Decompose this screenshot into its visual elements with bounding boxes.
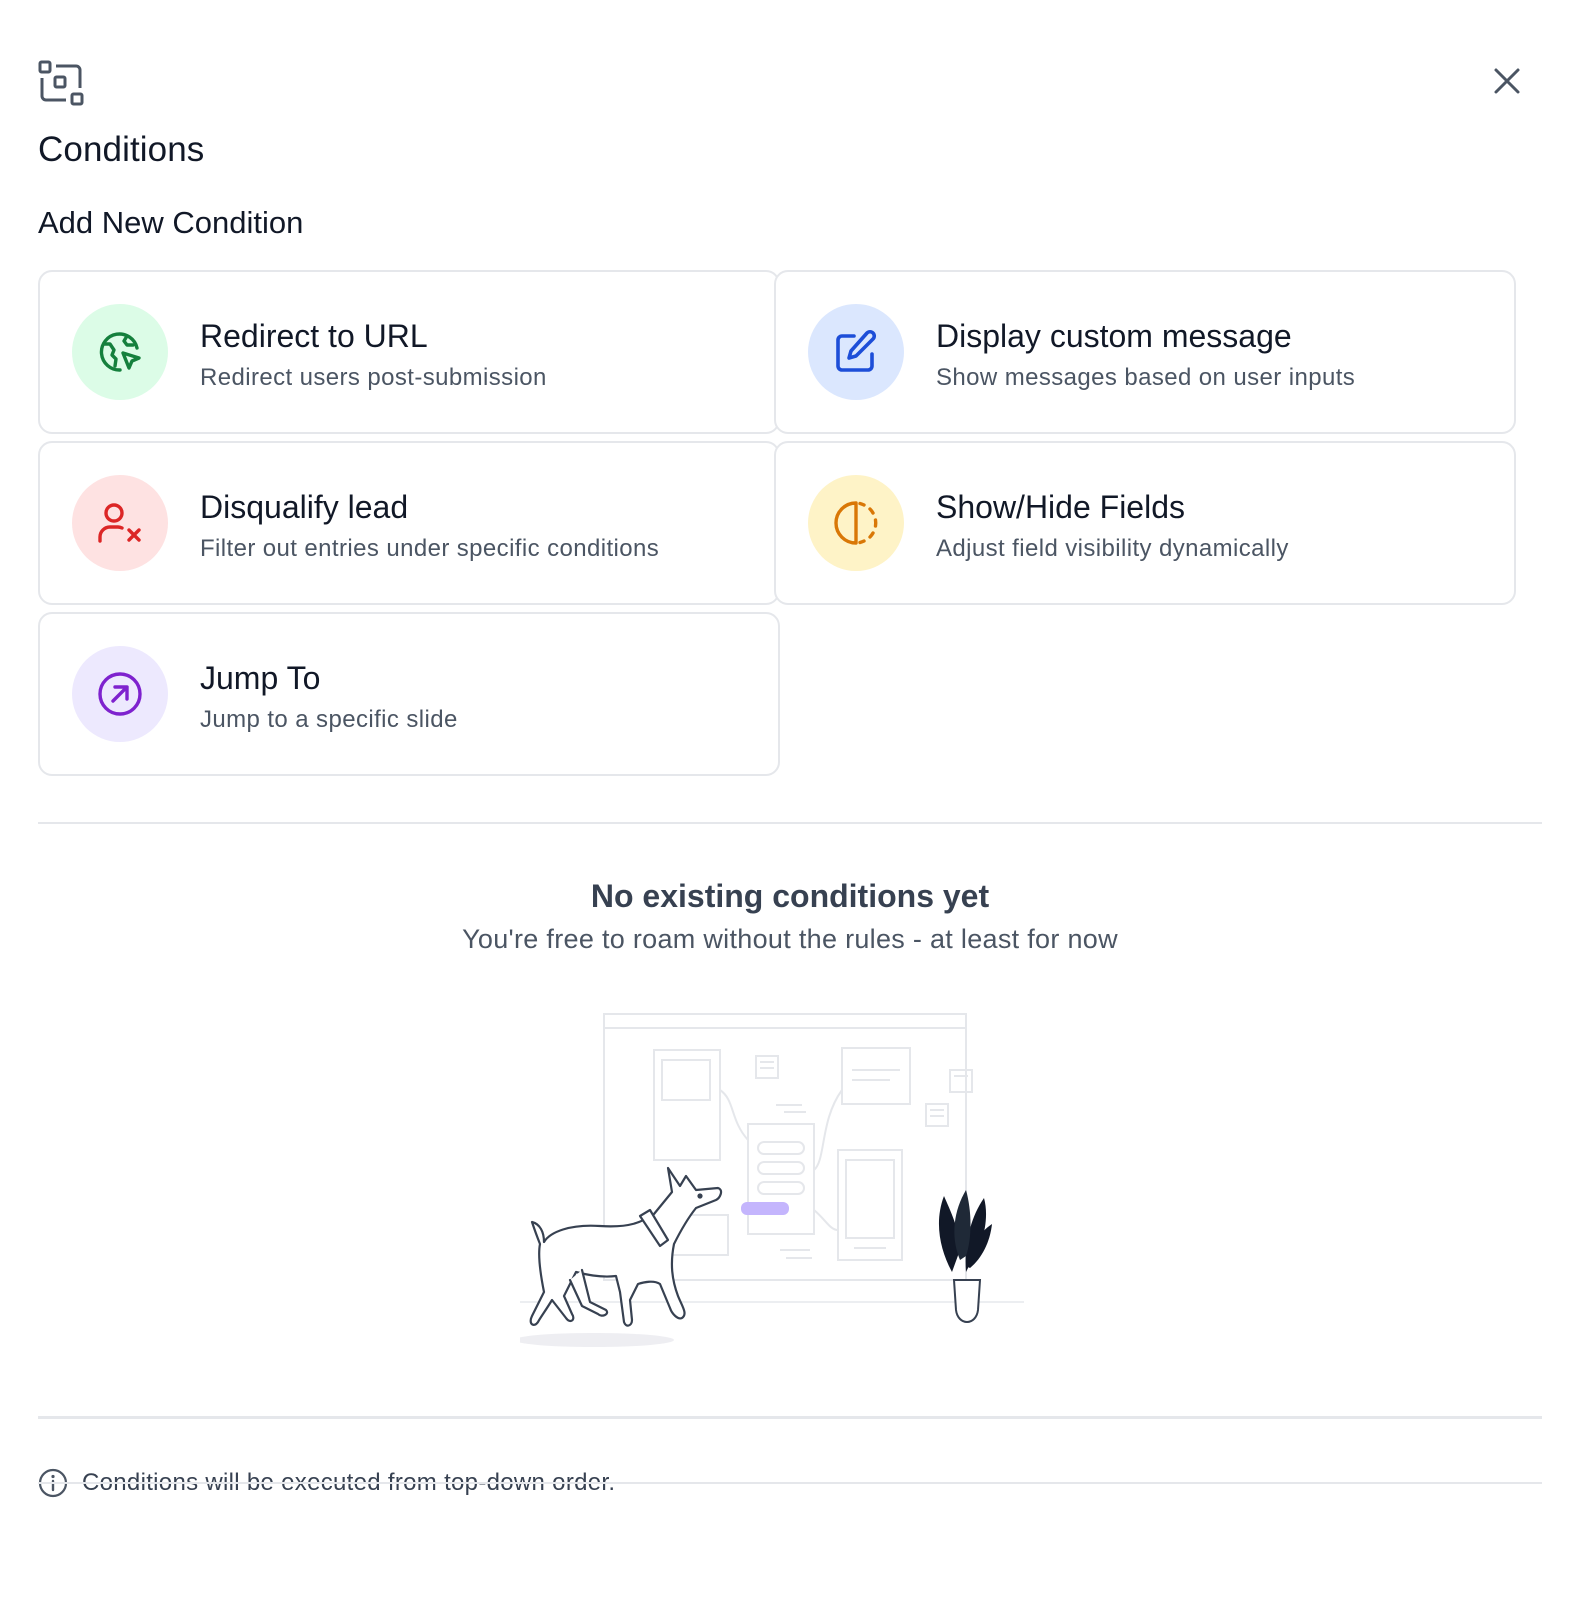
close-button[interactable] xyxy=(1488,62,1526,100)
empty-state-title: No existing conditions yet xyxy=(590,878,990,914)
option-title: Show/Hide Fields xyxy=(936,489,1185,525)
close-icon xyxy=(1494,68,1520,94)
conditions-panel: Conditions Add New Condition Redirect to… xyxy=(0,0,1584,1612)
option-title: Display custom message xyxy=(936,318,1292,354)
empty-state-illustration xyxy=(514,1010,1050,1360)
add-condition-heading: Add New Condition xyxy=(38,205,304,240)
option-disqualify-lead[interactable]: Disqualify lead Filter out entries under… xyxy=(38,441,780,605)
option-description: Filter out entries under specific condit… xyxy=(200,535,660,562)
option-description: Redirect users post-submission xyxy=(200,364,547,391)
edit-icon xyxy=(808,304,904,400)
option-display-custom-message[interactable]: Display custom message Show messages bas… xyxy=(774,270,1516,434)
user-x-icon xyxy=(72,475,168,571)
option-description: Jump to a specific slide xyxy=(200,706,458,733)
option-show-hide-fields[interactable]: Show/Hide Fields Adjust field visibility… xyxy=(774,441,1516,605)
section-divider xyxy=(38,822,1542,824)
page-title: Conditions xyxy=(38,130,205,169)
arrow-up-right-circle-icon xyxy=(72,646,168,742)
option-redirect-to-url[interactable]: Redirect to URL Redirect users post-subm… xyxy=(38,270,780,434)
option-description: Adjust field visibility dynamically xyxy=(936,535,1289,562)
empty-state-description: You're free to roam without the rules - … xyxy=(462,924,1118,954)
footer-divider-top xyxy=(38,1416,1542,1419)
footer-divider-bottom xyxy=(38,1482,1542,1484)
option-title: Disqualify lead xyxy=(200,489,409,525)
half-circle-icon xyxy=(808,475,904,571)
globe-cursor-icon xyxy=(72,304,168,400)
option-jump-to[interactable]: Jump To Jump to a specific slide xyxy=(38,612,780,776)
option-description: Show messages based on user inputs xyxy=(936,364,1356,391)
option-title: Redirect to URL xyxy=(200,318,428,354)
option-title: Jump To xyxy=(200,660,321,696)
layout-conditions-icon xyxy=(38,60,84,106)
